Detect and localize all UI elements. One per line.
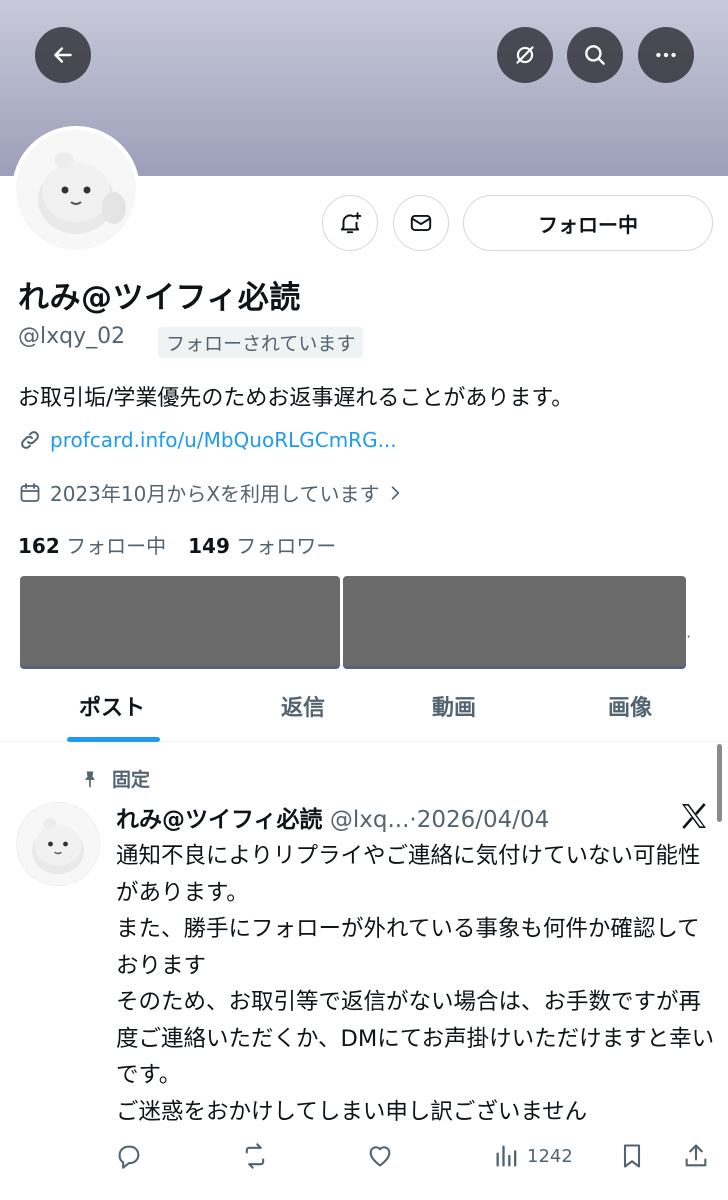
avatar-image (16, 130, 136, 250)
more-button[interactable] (638, 27, 694, 83)
joined-date: 2023年10月からXを利用しています (50, 482, 380, 506)
highlight-card[interactable] (343, 576, 686, 666)
heart-icon (369, 1146, 391, 1167)
pinned-label: 固定 (80, 765, 150, 792)
grok-button[interactable] (497, 27, 553, 83)
search-icon (585, 45, 605, 65)
post-header: れみ@ツイフィ必読 @lxq...·2026/04/04 (116, 800, 549, 834)
repost-icon (245, 1143, 265, 1169)
profile-link[interactable]: profcard.info/u/MbQuoRLGCmRG... (50, 428, 397, 452)
post-actions: 1242 (0, 1138, 728, 1178)
pinned-text: 固定 (112, 769, 151, 791)
more-dots-icon: · (686, 627, 692, 646)
profile-link-row[interactable]: profcard.info/u/MbQuoRLGCmRG... (18, 428, 397, 452)
following-stat[interactable]: 162 フォロー中 (18, 530, 166, 559)
views-button[interactable]: 1242 (493, 1142, 573, 1170)
notify-button[interactable] (322, 195, 378, 251)
tab-posts[interactable]: ポスト (37, 670, 187, 742)
tab-videos[interactable]: 動画 (379, 670, 529, 742)
grok-icon (516, 46, 534, 64)
pin-icon (85, 771, 95, 787)
joined-row[interactable]: 2023年10月からXを利用しています (18, 478, 413, 507)
back-button[interactable] (35, 27, 91, 83)
share-button[interactable] (682, 1142, 710, 1170)
tab-media[interactable]: 画像 (555, 670, 705, 742)
post-author-avatar[interactable] (16, 802, 100, 886)
bell-plus-icon (340, 212, 362, 234)
follow-stats: 162 フォロー中 149 フォロワー (18, 530, 336, 559)
avatar-image (17, 803, 99, 885)
user-handle: @lxqy_02 (18, 324, 126, 349)
profile-tabs: ポスト 返信 動画 画像 (0, 670, 728, 742)
post-date[interactable]: ·2026/04/04 (409, 807, 549, 833)
follows-you-badge: フォローされています (158, 327, 364, 358)
more-horizontal-icon (656, 52, 676, 58)
link-icon (21, 431, 39, 449)
followers-count: 149 (188, 534, 230, 558)
reply-icon (118, 1145, 140, 1169)
highlight-card[interactable] (20, 576, 340, 666)
display-name: れみ@ツイフィ必読 (18, 280, 301, 316)
views-count: 1242 (527, 1145, 573, 1167)
tab-replies[interactable]: 返信 (228, 670, 378, 742)
following-button[interactable]: フォロー中 (463, 195, 713, 251)
chevron-right-icon (392, 485, 400, 500)
post-author-name[interactable]: れみ@ツイフィ必読 (116, 807, 323, 833)
post-body: 通知不良によりリプライやご連絡に気付けていない可能性があります。 また、勝手にフ… (116, 843, 715, 1125)
envelope-icon (410, 214, 432, 232)
bookmark-button[interactable] (618, 1142, 646, 1170)
x-logo-icon (682, 803, 706, 829)
calendar-icon (20, 482, 40, 502)
message-button[interactable] (393, 195, 449, 251)
scrollbar[interactable] (717, 744, 722, 822)
active-tab-indicator (67, 737, 160, 742)
reply-button[interactable] (115, 1142, 143, 1170)
search-button[interactable] (567, 27, 623, 83)
profile-avatar[interactable] (12, 126, 140, 254)
views-icon (496, 1145, 517, 1167)
followers-stat[interactable]: 149 フォロワー (188, 530, 336, 559)
following-label: フォロー中 (66, 534, 167, 558)
repost-button[interactable] (241, 1142, 269, 1170)
profile-bio: お取引垢/学業優先のためお返事遅れることがあります。 (18, 386, 574, 411)
followers-label: フォロワー (236, 534, 337, 558)
share-icon (685, 1144, 707, 1167)
post-author-handle: @lxq... (329, 807, 410, 833)
like-button[interactable] (366, 1142, 394, 1170)
arrow-left-icon (54, 47, 72, 63)
following-count: 162 (18, 534, 60, 558)
bookmark-icon (623, 1144, 641, 1168)
